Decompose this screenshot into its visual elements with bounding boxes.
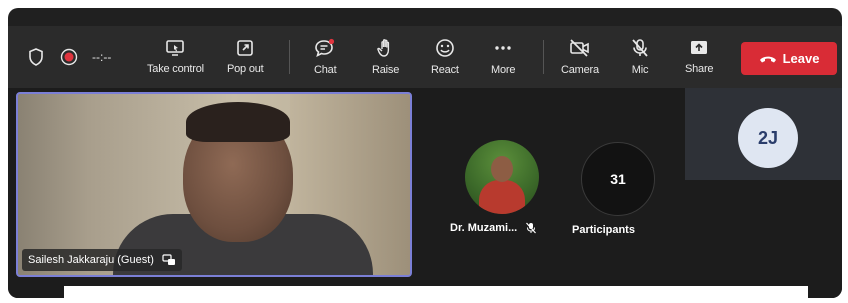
screen-share-indicator-icon [162,254,175,265]
main-video-tile[interactable]: Sailesh Jakkaraju (Guest) [16,92,412,277]
toolbar-divider [543,40,544,74]
speaker-hair [186,102,290,142]
pop-out-icon [237,40,254,56]
video-stage: Sailesh Jakkaraju (Guest) Dr. Muzami... … [8,88,842,298]
pop-out-button[interactable]: Pop out [227,26,264,88]
hang-up-icon [759,56,776,62]
participant-tile[interactable]: Dr. Muzami... 31 Participants [418,92,678,273]
raise-hand-icon [376,39,389,57]
toolbar-divider [289,40,290,74]
recording-icon [60,26,78,88]
participants-label: Participants [572,224,635,236]
raise-hand-button[interactable]: Raise [372,26,399,88]
share-button[interactable]: Share [685,26,714,88]
react-button[interactable]: React [431,26,459,88]
meeting-timer: --:-- [92,50,112,64]
shield-icon[interactable] [28,26,44,88]
camera-off-icon [570,39,589,57]
shared-content-strip [64,286,808,298]
video-name-tag: Sailesh Jakkaraju (Guest) [22,249,182,271]
camera-button[interactable]: Camera [561,26,599,88]
more-options-icon [495,46,511,50]
participant-name: Dr. Muzami... [450,222,537,234]
meeting-window: --:-- Take control Pop out Chat Raise Re… [8,8,842,298]
share-screen-icon [691,41,708,54]
meeting-toolbar: --:-- Take control Pop out Chat Raise Re… [8,26,842,88]
take-control-button[interactable]: Take control [147,26,204,88]
mic-button[interactable]: Mic [630,26,650,88]
participants-count-button[interactable]: 31 [581,142,655,216]
chat-button[interactable]: Chat [314,26,337,88]
avatar-face [491,156,513,182]
initials-avatar: 2J [738,108,798,168]
muted-mic-icon [526,222,537,234]
avatar-shirt [479,180,525,214]
side-participant-tile[interactable]: 2J [685,88,842,180]
chat-icon [315,38,335,58]
participant-avatar [465,140,539,214]
take-control-icon [166,40,185,56]
mic-off-icon [632,39,648,57]
smiley-icon [436,39,454,57]
more-button[interactable]: More [491,26,515,88]
leave-button[interactable]: Leave [741,42,837,75]
